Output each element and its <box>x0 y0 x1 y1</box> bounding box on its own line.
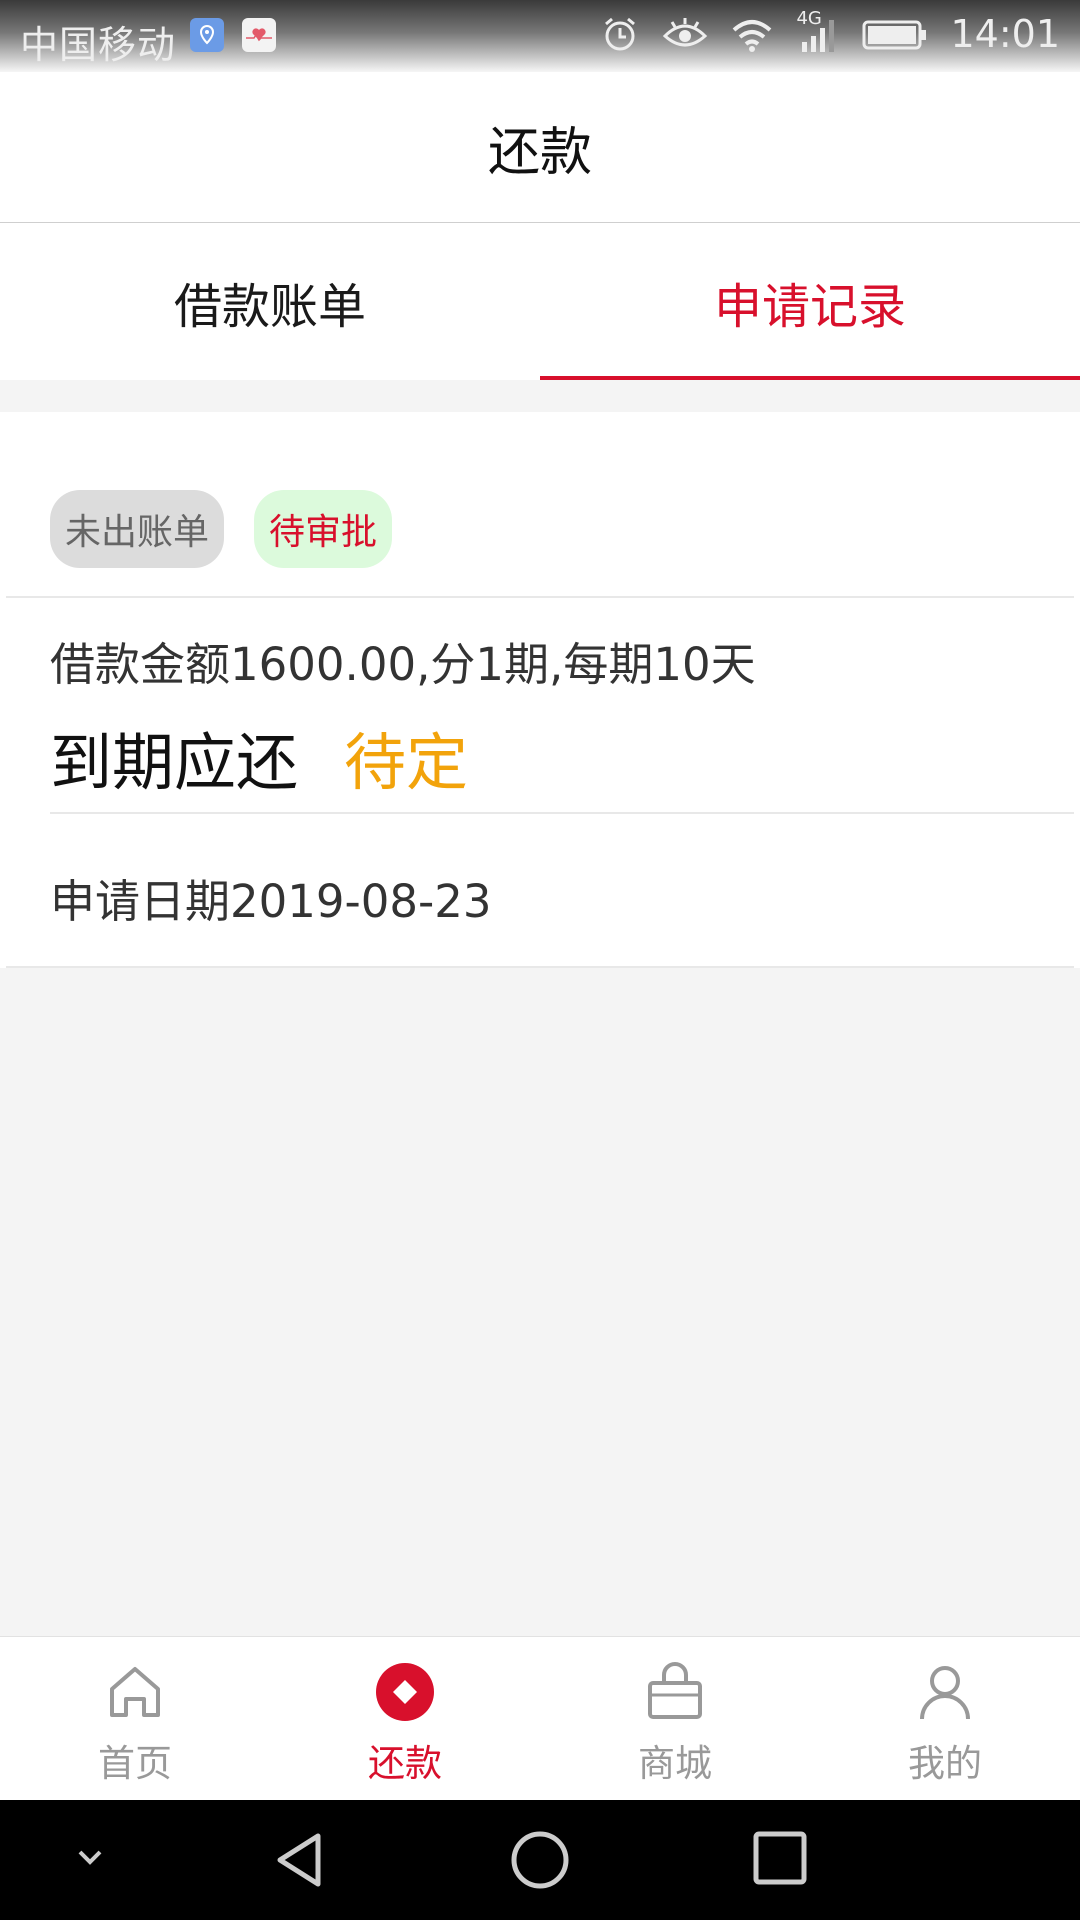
approval-status-badge: 待审批 <box>254 490 393 568</box>
apply-date: 申请日期2019-08-23 <box>50 875 492 928</box>
bottom-nav: 首页 还款 商城 我的 <box>0 1636 1080 1801</box>
nav-mall[interactable]: 商城 <box>540 1637 810 1801</box>
nav-repay[interactable]: 还款 <box>270 1637 540 1801</box>
loan-info: 借款金额1600.00,分1期,每期10天 <box>50 638 756 691</box>
nav-mall-label: 商城 <box>638 1742 712 1785</box>
nav-home-label: 首页 <box>98 1742 172 1785</box>
user-icon <box>920 1666 970 1720</box>
nav-mine-label: 我的 <box>908 1742 982 1785</box>
clock-time: 14:01 <box>950 12 1060 56</box>
bag-icon <box>648 1662 702 1719</box>
wifi-icon <box>730 14 774 54</box>
bill-status-badge: 未出账单 <box>50 490 225 568</box>
recents-icon[interactable] <box>752 1830 808 1890</box>
divider <box>6 966 1074 968</box>
due-value: 待定 <box>344 726 469 799</box>
alarm-icon <box>600 14 640 54</box>
divider <box>6 596 1074 598</box>
status-badges: 未出账单 待审批 <box>50 490 393 568</box>
status-bar: 中国移动 4G 14:01 <box>0 0 1080 72</box>
tab-application-records[interactable]: 申请记录 <box>540 223 1080 380</box>
repay-icon <box>376 1663 434 1721</box>
network-type: 4G <box>796 8 822 29</box>
tab-loan-bills[interactable]: 借款账单 <box>0 223 540 380</box>
battery-icon <box>862 14 928 54</box>
due-label: 到期应还 <box>50 726 299 799</box>
back-icon[interactable] <box>272 1830 328 1894</box>
page-header: 还款 <box>0 72 1080 223</box>
collapse-icon[interactable] <box>70 1844 110 1878</box>
location-icon <box>190 18 224 52</box>
system-nav-bar <box>0 1800 1080 1920</box>
page-title: 还款 <box>487 122 592 183</box>
due-row: 到期应还 待定 <box>50 712 468 802</box>
carrier-name: 中国移动 <box>20 23 177 67</box>
tab-bar: 借款账单 申请记录 <box>0 223 1080 380</box>
home-button-icon[interactable] <box>510 1830 570 1894</box>
nav-repay-label: 还款 <box>368 1742 442 1785</box>
home-icon <box>110 1667 160 1717</box>
application-record-card[interactable]: 未出账单 待审批 借款金额1600.00,分1期,每期10天 到期应还 待定 申… <box>0 412 1080 968</box>
nav-home[interactable]: 首页 <box>0 1637 270 1801</box>
divider <box>50 812 1074 814</box>
signal-icon: 4G <box>796 8 840 54</box>
eye-comfort-icon <box>662 14 708 54</box>
health-icon <box>242 18 276 52</box>
nav-mine[interactable]: 我的 <box>810 1637 1080 1801</box>
